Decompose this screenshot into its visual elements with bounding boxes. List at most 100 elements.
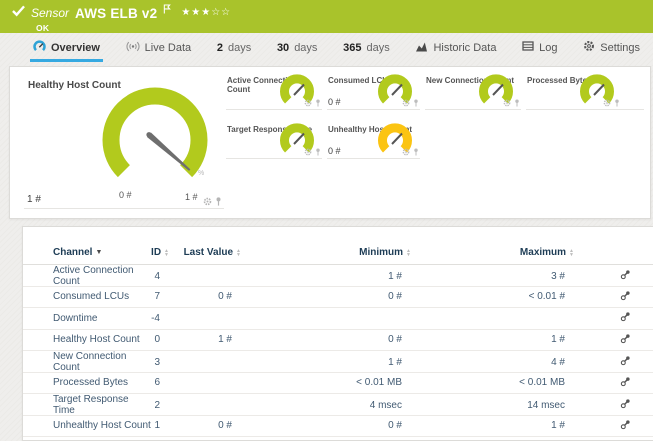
channel-minimum: 1 # xyxy=(388,270,402,282)
gauge-settings-gear-icon[interactable] xyxy=(304,99,312,107)
gauge-needle xyxy=(293,132,305,145)
gauge-cell-consumed-lcus[interactable]: Consumed LCUs 0 # xyxy=(327,73,420,110)
channel-maximum: 14 msec xyxy=(527,399,565,411)
gauge-last-value: 0 # xyxy=(328,97,341,107)
channel-name[interactable]: Target Response Time xyxy=(53,394,151,416)
tab-historic-data[interactable]: Historic Data xyxy=(412,36,499,62)
channel-table: Channel ▼ ID Last Value Minimum Maximum … xyxy=(22,226,653,441)
channel-name[interactable]: Active Connection Count xyxy=(53,265,151,287)
channel-maximum: < 0.01 MB xyxy=(519,377,565,389)
channel-id: 3 xyxy=(154,356,160,368)
healthy-host-count-gauge xyxy=(102,87,208,178)
column-header-id[interactable]: ID xyxy=(151,247,169,258)
chart-icon xyxy=(415,41,428,55)
channel-minimum: 0 # xyxy=(388,291,402,303)
table-row[interactable]: Healthy Host Count 0 1 # 0 # 1 # xyxy=(23,330,653,351)
gauge-cell-unhealthy-host-count[interactable]: Unhealthy Host Count 0 # xyxy=(327,122,420,159)
table-row[interactable]: Target Response Time 2 4 msec 14 msec xyxy=(23,394,653,416)
gauge-scale-min: 0 # xyxy=(119,190,132,200)
channel-maximum: 1 # xyxy=(551,420,565,432)
channel-minimum: 1 # xyxy=(388,356,402,368)
channel-last-value: 0 # xyxy=(218,420,232,432)
log-icon xyxy=(522,41,534,54)
table-row[interactable]: Active Connection Count 4 1 # 3 # xyxy=(23,265,653,287)
channel-id: 2 xyxy=(154,399,160,411)
edit-channel-wrench-icon[interactable] xyxy=(620,376,631,387)
gauge-pin-icon[interactable] xyxy=(315,99,321,107)
channel-last-value: 0 # xyxy=(218,291,232,303)
tab-2-days[interactable]: 2 days xyxy=(214,36,254,62)
channel-name[interactable]: New Connection Count xyxy=(53,351,151,373)
gauge-pin-icon[interactable] xyxy=(413,148,419,156)
channel-minimum: 0 # xyxy=(388,420,402,432)
edit-channel-wrench-icon[interactable] xyxy=(620,333,631,344)
edit-channel-wrench-icon[interactable] xyxy=(620,311,631,322)
edit-channel-wrench-icon[interactable] xyxy=(620,269,631,280)
column-header-minimum[interactable]: Minimum xyxy=(241,247,411,258)
tab-settings[interactable]: Settings xyxy=(580,36,643,62)
gauge-settings-gear-icon[interactable] xyxy=(603,99,611,107)
gauge-pin-icon[interactable] xyxy=(315,148,321,156)
sensor-type-label: Sensor xyxy=(31,6,70,20)
gauge-pin-icon[interactable] xyxy=(614,99,620,107)
channel-name[interactable]: Processed Bytes xyxy=(53,377,151,388)
gauge-last-value: 1 # xyxy=(27,194,41,205)
gauge-cell-active-connection-count[interactable]: Active Connection Count xyxy=(226,73,322,110)
sort-icon xyxy=(569,249,574,257)
table-row[interactable]: New Connection Count 3 1 # 4 # xyxy=(23,351,653,373)
gauge-pin-icon[interactable] xyxy=(413,99,419,107)
gauge-scale-max: 1 # xyxy=(185,192,198,202)
channel-name[interactable]: Downtime xyxy=(53,313,151,324)
gauge-settings-gear-icon[interactable] xyxy=(503,99,511,107)
channel-minimum: < 0.01 MB xyxy=(356,377,402,389)
edit-channel-wrench-icon[interactable] xyxy=(620,419,631,430)
sensor-title: AWS ELB v2 xyxy=(75,5,158,21)
channel-id: 7 xyxy=(154,291,160,303)
column-header-maximum[interactable]: Maximum xyxy=(411,247,574,258)
gauge-needle xyxy=(146,132,191,171)
table-row[interactable]: Consumed LCUs 7 0 # 0 # < 0.01 # xyxy=(23,287,653,308)
channel-maximum: 4 # xyxy=(551,356,565,368)
gauge-pin-icon[interactable] xyxy=(215,197,222,206)
gauge-cell-target-response-time[interactable]: Target Response Time xyxy=(226,122,322,159)
gauge-pin-icon[interactable] xyxy=(514,99,520,107)
edit-channel-wrench-icon[interactable] xyxy=(620,355,631,366)
channel-id: 1 xyxy=(154,420,160,432)
gauge-settings-gear-icon[interactable] xyxy=(402,99,410,107)
column-header-channel[interactable]: Channel ▼ xyxy=(53,247,151,258)
gauge-icon xyxy=(33,40,46,55)
edit-channel-wrench-icon[interactable] xyxy=(620,290,631,301)
gauge-settings-gear-icon[interactable] xyxy=(402,148,410,156)
channel-maximum: 3 # xyxy=(551,270,565,282)
channel-last-value: 1 # xyxy=(218,334,232,346)
edit-channel-wrench-icon[interactable] xyxy=(620,398,631,409)
flag-icon[interactable] xyxy=(163,1,172,19)
table-row[interactable]: Processed Bytes 6 < 0.01 MB < 0.01 MB xyxy=(23,373,653,394)
tab-30-days[interactable]: 30 days xyxy=(274,36,321,62)
gauge-needle xyxy=(492,83,504,96)
table-row[interactable]: Downtime -4 xyxy=(23,308,653,330)
tab-log[interactable]: Log xyxy=(519,36,560,62)
column-header-last-value[interactable]: Last Value xyxy=(169,247,241,258)
gauge-cell-new-connection-count[interactable]: New Connection Count xyxy=(425,73,521,110)
gauge-last-value: 0 # xyxy=(328,146,341,156)
gauge-settings-gear-icon[interactable] xyxy=(203,197,212,206)
tab-overview[interactable]: Overview xyxy=(30,36,103,62)
gauge-settings-gear-icon[interactable] xyxy=(304,148,312,156)
channel-id: -4 xyxy=(151,312,160,324)
gauge-unit-marker: % xyxy=(198,170,205,177)
channel-name[interactable]: Consumed LCUs xyxy=(53,291,151,302)
channel-name[interactable]: Healthy Host Count xyxy=(53,334,151,345)
table-row[interactable]: Unhealthy Host Count 1 0 # 0 # 1 # xyxy=(23,416,653,437)
gauge-cell-processed-bytes[interactable]: Processed Bytes xyxy=(526,73,644,110)
channel-id: 4 xyxy=(154,270,160,282)
gauge-cell-healthy-host-count[interactable]: Healthy Host Count 0 # 1 # % 1 # xyxy=(24,73,224,209)
channel-name[interactable]: Unhealthy Host Count xyxy=(53,420,151,431)
priority-stars[interactable]: ★★★☆☆ xyxy=(181,7,231,18)
tab-live-data[interactable]: Live Data xyxy=(123,36,194,62)
channel-minimum: 0 # xyxy=(388,334,402,346)
tab-365-days[interactable]: 365 days xyxy=(340,36,393,62)
channel-id: 0 xyxy=(154,334,160,346)
gauges-panel: Healthy Host Count 0 # 1 # % 1 # Active … xyxy=(9,66,651,219)
check-icon xyxy=(12,4,25,22)
